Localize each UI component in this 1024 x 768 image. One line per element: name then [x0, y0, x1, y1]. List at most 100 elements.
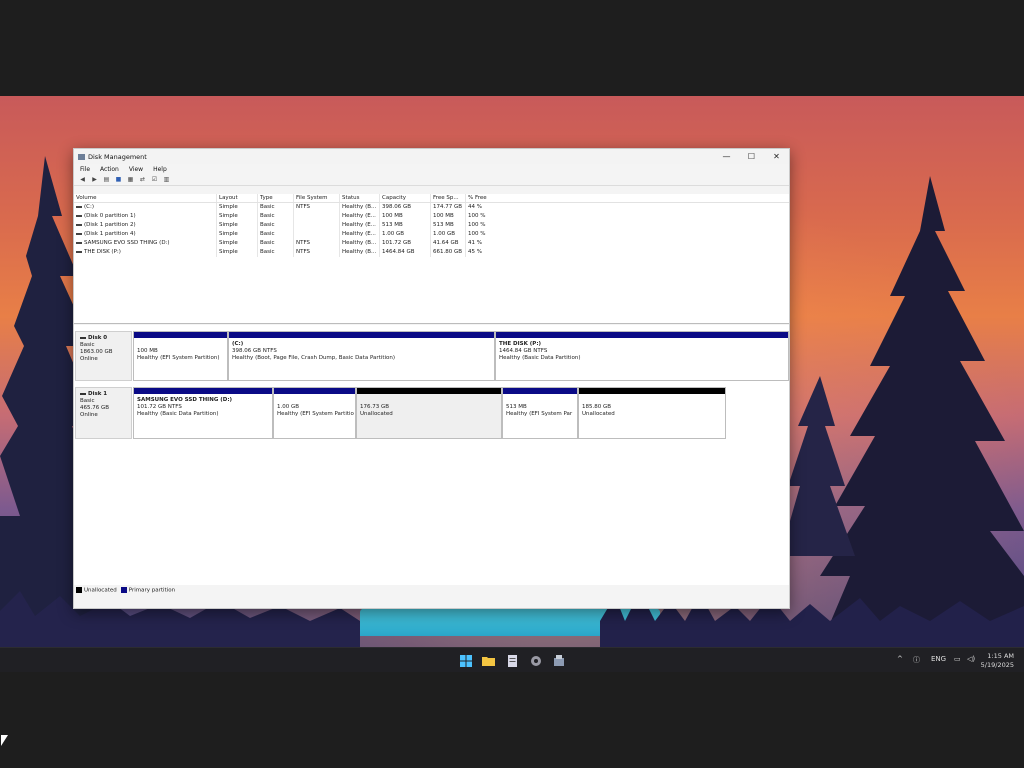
legend-primary: Primary partition — [120, 587, 176, 594]
disk-type: Basic — [80, 342, 95, 348]
volume-free-space: 174.77 GB — [431, 203, 466, 212]
disk-name: Disk 0 — [88, 335, 108, 341]
language-indicator[interactable]: ENG — [931, 655, 946, 663]
table-row[interactable]: (Disk 1 partition 2) Simple Basic Health… — [74, 221, 789, 230]
volume-percent-free: 41 % — [468, 240, 482, 246]
properties-icon[interactable]: ▦ — [126, 176, 135, 184]
clock[interactable]: 1:15 AM 5/19/2025 — [981, 652, 1014, 670]
notepad-icon[interactable] — [505, 653, 520, 668]
volume-type: Basic — [258, 221, 294, 230]
column-header-free-space[interactable]: Free Sp... — [431, 194, 466, 202]
menu-view[interactable]: View — [129, 166, 143, 173]
volume-icon — [76, 214, 82, 217]
column-header-percent-free[interactable]: % Free — [466, 194, 514, 202]
unallocated-space-2[interactable]: 185.80 GB Unallocated — [578, 387, 726, 439]
column-header-type[interactable]: Type — [258, 194, 294, 202]
partition-status: Healthy (EFI System Par — [506, 411, 573, 417]
table-row[interactable]: SAMSUNG EVO SSD THING (D:) Simple Basic … — [74, 239, 789, 248]
partition-size: 176.73 GB — [360, 404, 390, 410]
table-row[interactable]: (Disk 1 partition 4) Simple Basic Health… — [74, 230, 789, 239]
volume-file-system: NTFS — [294, 248, 340, 257]
details-view-icon[interactable]: ▥ — [162, 176, 171, 184]
partition-c-drive[interactable]: (C:) 398.06 GB NTFS Healthy (Boot, Page … — [228, 331, 495, 381]
volume-layout: Simple — [217, 203, 258, 212]
partition-status: Unallocated — [582, 411, 615, 417]
forward-icon[interactable]: ▶ — [90, 176, 99, 184]
menu-help[interactable]: Help — [153, 166, 167, 173]
menu-action[interactable]: Action — [100, 166, 119, 173]
partition-size: 513 MB — [506, 404, 527, 410]
partition-disk1-efi-1gb[interactable]: 1.00 GB Healthy (EFI System Partitio — [273, 387, 356, 439]
volume-name: THE DISK (P:) — [84, 249, 121, 255]
partition-name: THE DISK (P:) — [499, 341, 542, 347]
partition-d-drive[interactable]: SAMSUNG EVO SSD THING (D:) 101.72 GB NTF… — [133, 387, 273, 439]
volume-layout: Simple — [217, 212, 258, 221]
help-icon[interactable]: ■ — [114, 176, 123, 184]
clock-date: 5/19/2025 — [980, 661, 1014, 669]
volume-type: Basic — [258, 248, 294, 257]
unallocated-space-1[interactable]: 176.73 GB Unallocated — [356, 387, 502, 439]
windows-start-icon[interactable] — [458, 653, 473, 668]
volume-capacity: 100 MB — [380, 212, 431, 221]
file-explorer-icon[interactable] — [481, 653, 496, 668]
column-header-layout[interactable]: Layout — [217, 194, 258, 202]
menu-file[interactable]: File — [80, 166, 90, 173]
volume-status: Healthy (E... — [340, 230, 380, 239]
table-row[interactable]: THE DISK (P:) Simple Basic NTFS Healthy … — [74, 248, 789, 257]
partition-p-drive[interactable]: THE DISK (P:) 1464.84 GB NTFS Healthy (B… — [495, 331, 789, 381]
volume-capacity: 513 MB — [380, 221, 431, 230]
disk-0-label[interactable]: Disk 0 Basic 1863.00 GB Online — [75, 331, 132, 381]
letterbox-top — [0, 0, 1024, 96]
partition-name — [360, 397, 498, 404]
minimize-button[interactable]: — — [714, 149, 739, 164]
column-header-status[interactable]: Status — [340, 194, 380, 202]
partition-disk0-efi[interactable]: 100 MB Healthy (EFI System Partition) — [133, 331, 228, 381]
column-header-volume[interactable]: Volume — [74, 194, 217, 202]
volume-icon[interactable]: ◁) — [967, 655, 975, 663]
volume-percent-free: 100 % — [468, 231, 486, 237]
volume-file-system — [294, 221, 340, 230]
partition-status: Healthy (Basic Data Partition) — [499, 355, 581, 361]
volume-file-system — [294, 212, 340, 221]
maximize-button[interactable]: ☐ — [739, 149, 764, 164]
volume-capacity: 1.00 GB — [380, 230, 431, 239]
close-button[interactable]: ✕ — [764, 149, 789, 164]
legend-unallocated-label: Unallocated — [84, 587, 117, 594]
partition-status: Healthy (Basic Data Partition) — [137, 411, 219, 417]
partition-disk1-efi-513mb[interactable]: 513 MB Healthy (EFI System Par — [502, 387, 578, 439]
volume-free-space: 100 MB — [431, 212, 466, 221]
volume-icon — [76, 223, 82, 226]
volume-status: Healthy (E... — [340, 212, 380, 221]
column-header-file-system[interactable]: File System — [294, 194, 340, 202]
table-row[interactable]: (Disk 0 partition 1) Simple Basic Health… — [74, 212, 789, 221]
disk-management-icon[interactable] — [551, 653, 566, 668]
volume-file-system: NTFS — [294, 203, 340, 212]
volume-type: Basic — [258, 212, 294, 221]
volume-layout: Simple — [217, 230, 258, 239]
connect-icon[interactable]: ⇄ — [138, 176, 147, 184]
check-icon[interactable]: ☑ — [150, 176, 159, 184]
tray-chevron-icon[interactable]: ^ — [897, 655, 903, 663]
letterbox-bottom — [0, 672, 1024, 768]
network-icon[interactable]: ▭ — [954, 655, 961, 663]
column-header-capacity[interactable]: Capacity — [380, 194, 431, 202]
partition-name — [506, 397, 574, 404]
title-bar[interactable]: Disk Management — ☐ ✕ — [74, 149, 789, 164]
volume-name: SAMSUNG EVO SSD THING (D:) — [84, 240, 170, 246]
volume-file-system — [294, 230, 340, 239]
volume-capacity: 101.72 GB — [380, 239, 431, 248]
settings-icon[interactable] — [528, 653, 543, 668]
partition-name — [582, 397, 722, 404]
volume-status: Healthy (B... — [340, 248, 380, 257]
volume-free-space: 41.64 GB — [431, 239, 466, 248]
info-icon[interactable]: ⓘ — [913, 655, 920, 665]
unallocated-swatch — [76, 587, 82, 593]
disk-management-app-icon — [78, 153, 85, 160]
back-icon[interactable]: ◀ — [78, 176, 87, 184]
disk-1-label[interactable]: Disk 1 Basic 465.76 GB Online — [75, 387, 132, 439]
table-row[interactable]: (C:) Simple Basic NTFS Healthy (B... 398… — [74, 203, 789, 212]
legend-primary-label: Primary partition — [128, 587, 176, 594]
disk-size: 465.76 GB — [80, 405, 110, 411]
show-hide-console-tree-icon[interactable]: ▤ — [102, 176, 111, 184]
taskbar: ^ ⓘ ENG ▭ ◁) 1:15 AM 5/19/2025 — [0, 647, 1024, 672]
